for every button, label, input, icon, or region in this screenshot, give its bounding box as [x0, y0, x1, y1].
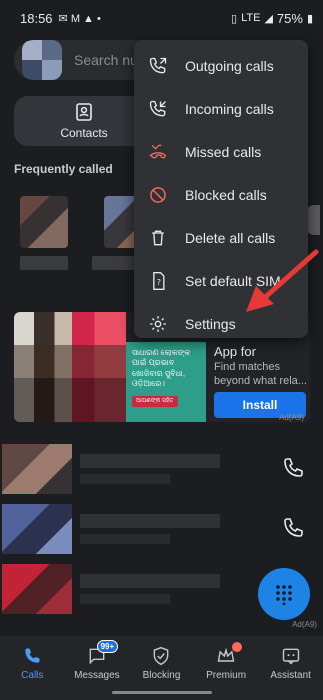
ad-image: [14, 312, 126, 422]
network-label: LTE: [241, 12, 261, 24]
contact-name: [80, 514, 220, 528]
phone-icon: [25, 648, 40, 663]
home-indicator: [112, 691, 212, 694]
contacts-icon: [76, 103, 92, 121]
status-bar: 18:56 ✉ M ▲ • ▯ LTE ◢ 75% ▮: [0, 0, 323, 36]
missed-call-icon: [148, 142, 168, 162]
status-time: 18:56: [20, 10, 53, 26]
dialpad-button[interactable]: [258, 568, 310, 620]
menu-item-label: Incoming calls: [185, 100, 274, 117]
frequent-contact-avatar[interactable]: [20, 196, 68, 248]
call-details: [80, 534, 170, 544]
vibrate-icon: ▯: [231, 12, 238, 25]
nav-blocking-label: Blocking: [142, 670, 181, 681]
menu-item-missed-calls[interactable]: Missed calls: [134, 130, 308, 173]
battery-level: 75%: [276, 10, 303, 26]
call-log-row[interactable]: [0, 498, 323, 558]
ad-banner-button[interactable]: ଆପଣଙ୍କ ସହିତ: [132, 395, 178, 408]
nav-premium-label: Premium: [206, 670, 247, 681]
dialpad-icon: [276, 585, 292, 605]
nav-calls[interactable]: Calls: [0, 636, 65, 700]
section-title: Frequently called: [14, 162, 113, 176]
frequent-contact-name: [20, 256, 68, 270]
menu-item-incoming-calls[interactable]: Incoming calls: [134, 87, 308, 130]
nav-assistant[interactable]: Assistant: [258, 636, 323, 700]
contact-avatar: [2, 444, 72, 494]
ad-label: Ad(A9): [279, 413, 304, 422]
menu-item-blocked-calls[interactable]: Blocked calls: [134, 173, 308, 216]
ad-label: Ad(A9): [292, 620, 317, 629]
unread-badge: 99+: [96, 640, 119, 653]
ad-headline: App for: [214, 344, 256, 359]
menu-item-label: Missed calls: [185, 143, 262, 160]
signal-icon: ◢: [264, 12, 273, 25]
profile-avatar[interactable]: [22, 40, 62, 80]
call-details: [80, 594, 170, 604]
contact-avatar: [2, 564, 72, 614]
menu-item-label: Outgoing calls: [185, 57, 274, 74]
blocked-icon: [148, 185, 168, 205]
nav-assistant-label: Assistant: [270, 670, 311, 681]
outgoing-call-icon: [148, 56, 168, 76]
edge-handle[interactable]: [306, 205, 320, 235]
trash-icon: [148, 228, 168, 248]
menu-item-label: Blocked calls: [185, 186, 267, 203]
menu-item-label: Settings: [185, 315, 236, 332]
notification-dot: [231, 642, 242, 652]
contact-name: [80, 574, 220, 588]
shield-icon: [154, 646, 169, 666]
tab-contacts[interactable]: Contacts: [14, 96, 154, 146]
call-details: [80, 474, 170, 484]
nav-calls-label: Calls: [21, 670, 44, 681]
call-log-row[interactable]: [0, 438, 323, 498]
nav-messages-label: Messages: [74, 670, 120, 681]
assistant-icon: [282, 648, 299, 665]
notification-icons: ✉ M ▲ •: [58, 12, 101, 25]
ad-description: Find matches beyond what rela...: [214, 361, 307, 388]
ad-banner[interactable]: ସାଧାରଣ ଲୋକଙ୍କ ପାଇଁ ପ୍ରଭାବ ଖୋଜିବାର ସୁବିଧା…: [126, 342, 206, 422]
menu-item-label: Delete all calls: [185, 229, 276, 246]
contact-name: [80, 454, 220, 468]
phone-icon[interactable]: [281, 516, 305, 540]
svg-text:?: ?: [157, 277, 161, 287]
annotation-arrow: [246, 249, 319, 312]
incoming-call-icon: [148, 99, 168, 119]
contact-avatar: [2, 504, 72, 554]
ad-banner-text: ସାଧାରଣ ଲୋକଙ୍କ ପାଇଁ ପ୍ରଭାବ ଖୋଜିବାର ସୁବିଧା…: [132, 348, 191, 389]
menu-item-outgoing-calls[interactable]: Outgoing calls: [134, 44, 308, 87]
sim-icon: ?: [148, 271, 168, 291]
gear-icon: [148, 314, 168, 334]
phone-icon[interactable]: [281, 456, 305, 480]
battery-icon: ▮: [306, 12, 313, 25]
tab-contacts-label: Contacts: [60, 126, 108, 140]
